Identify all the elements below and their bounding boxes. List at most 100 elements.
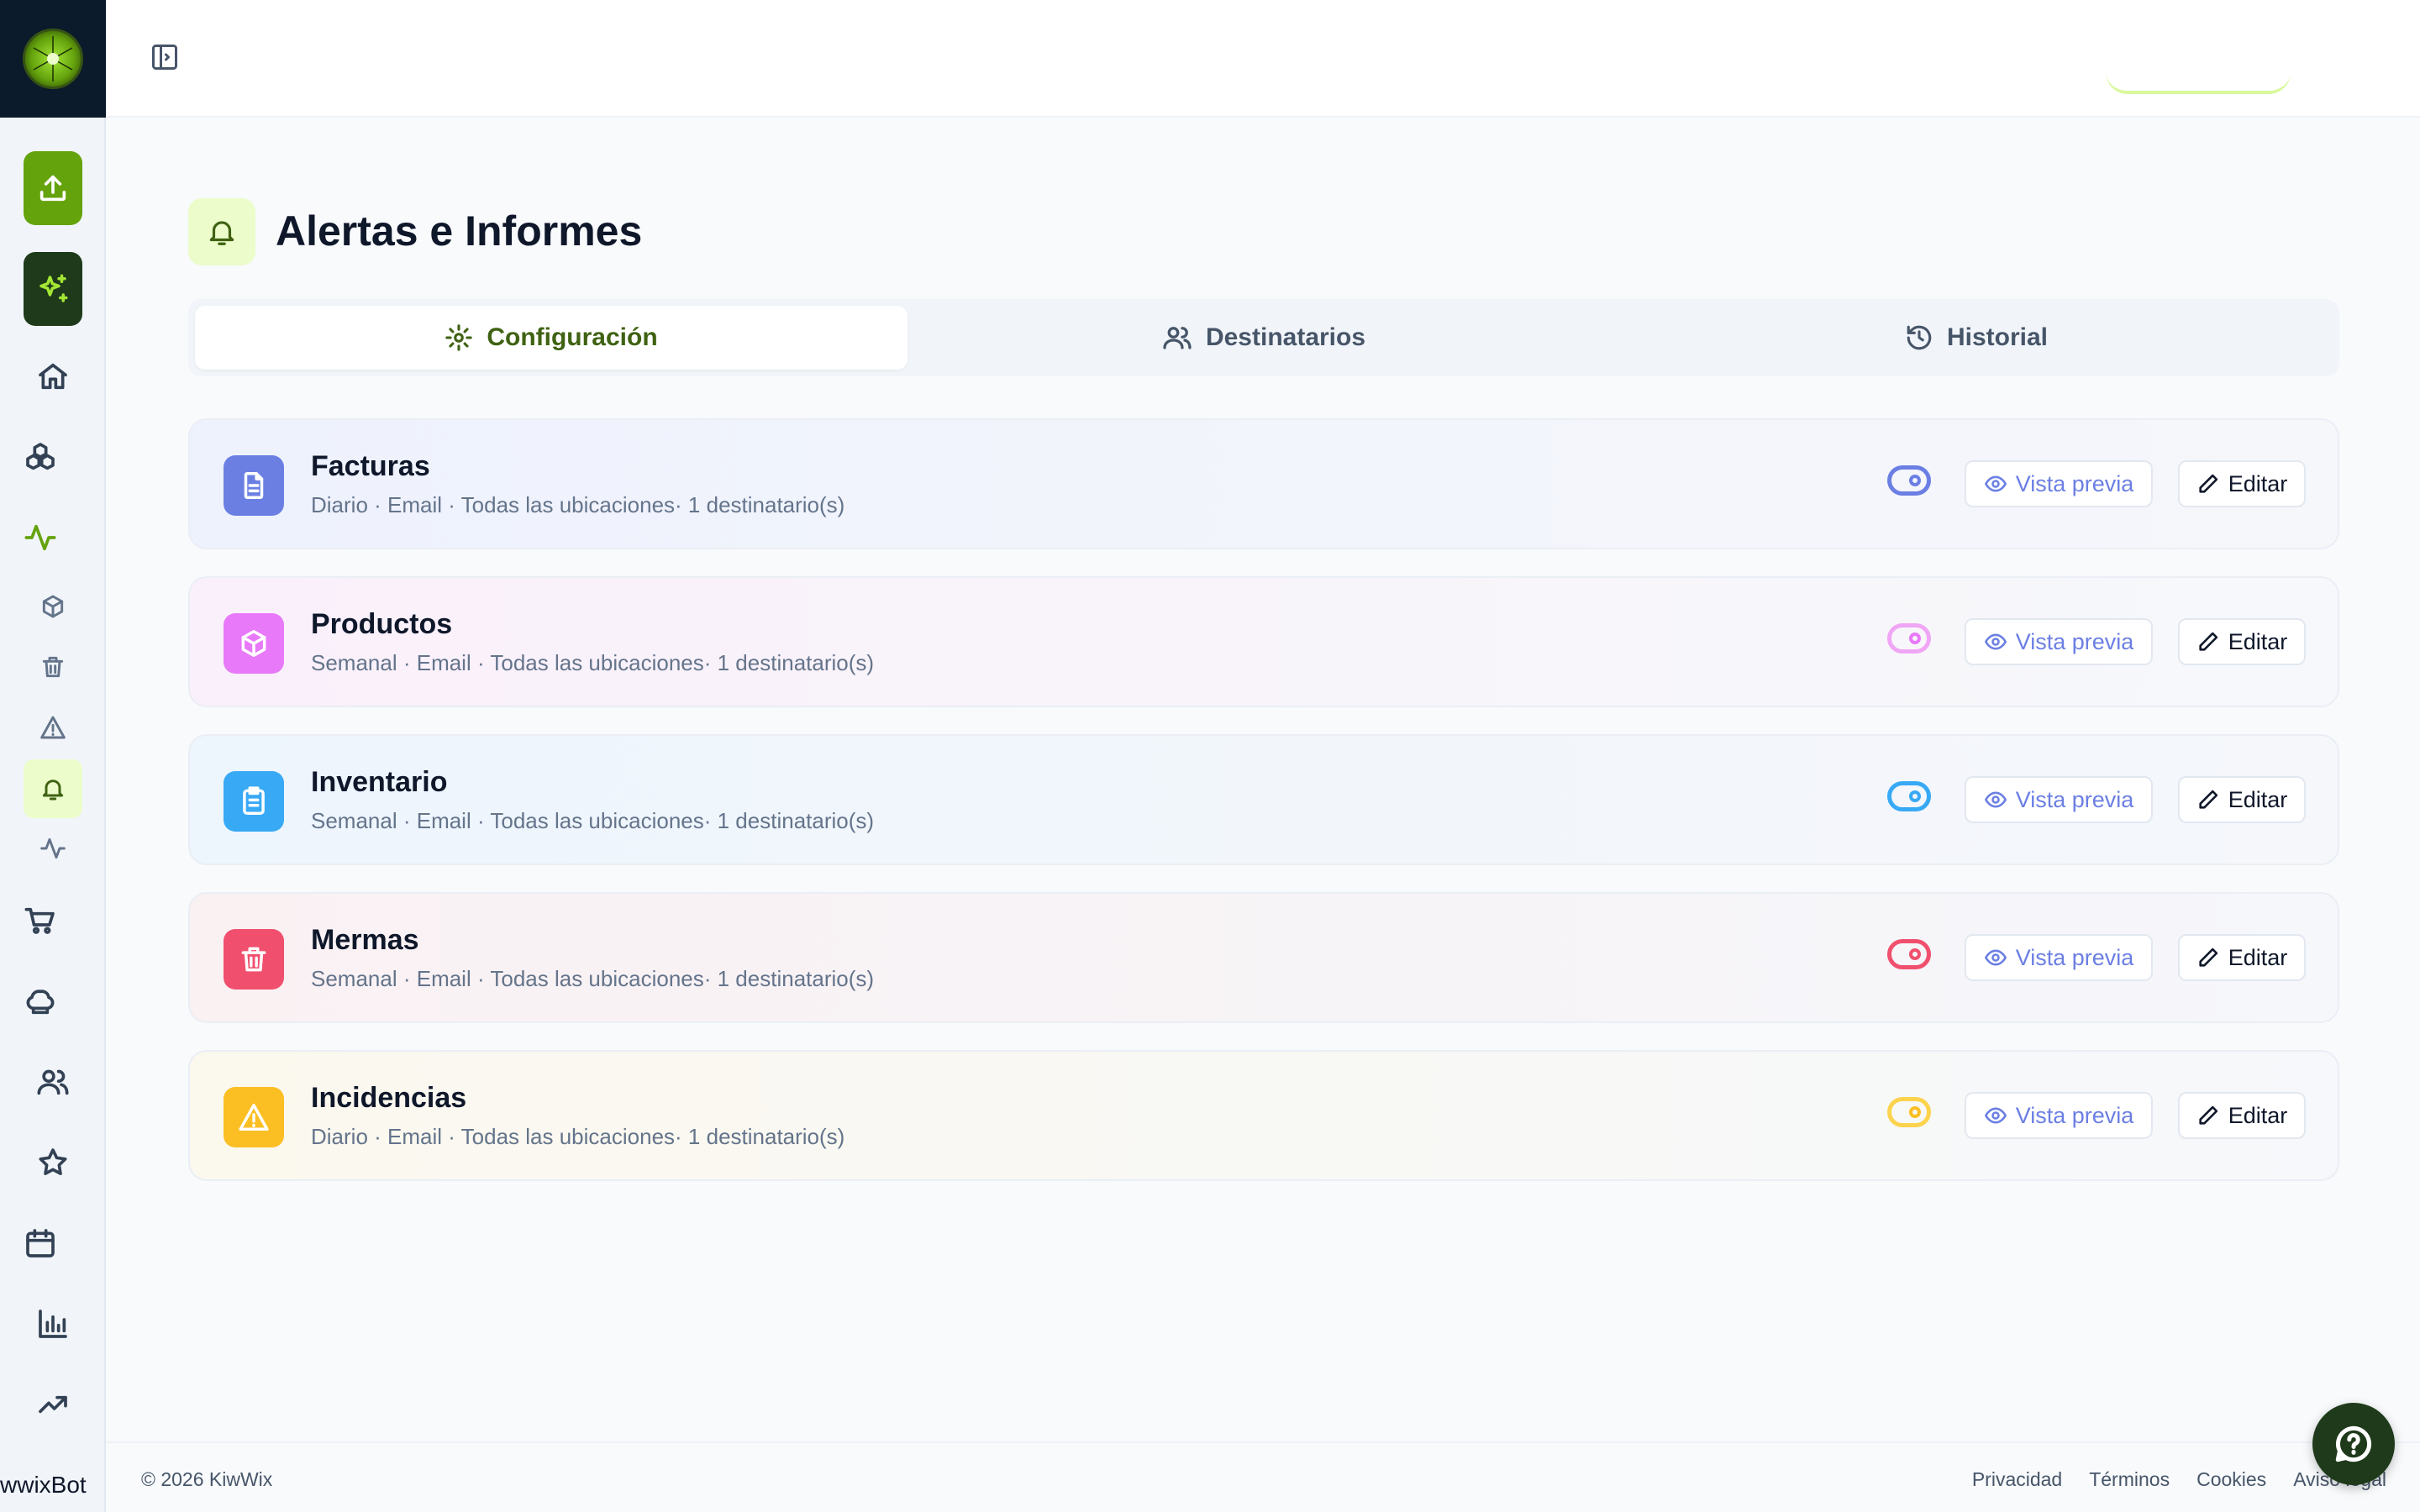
package-icon xyxy=(42,595,64,618)
report-subtitle: Semanal · Email · Todas las ubicaciones·… xyxy=(311,808,875,833)
page-header-icon xyxy=(188,198,255,265)
sidebar-item-team[interactable] xyxy=(28,1057,78,1107)
upload-button[interactable] xyxy=(24,151,82,225)
report-title: Inventario xyxy=(311,766,448,798)
cart-icon xyxy=(24,907,55,934)
report-card-facturas: Facturas Diario · Email · Todas las ubic… xyxy=(188,418,2339,549)
report-toggle[interactable] xyxy=(1887,623,1931,654)
report-icon xyxy=(224,929,284,990)
trash-icon xyxy=(241,947,266,972)
sparkles-icon xyxy=(39,274,68,302)
edit-label: Editar xyxy=(2228,786,2288,812)
sidebar-item-recipes[interactable] xyxy=(15,976,66,1026)
sidebar-item-waste[interactable] xyxy=(28,642,78,692)
report-title: Incidencias xyxy=(311,1082,467,1114)
report-card-productos: Productos Semanal · Email · Todas las ub… xyxy=(188,576,2339,707)
bell-icon xyxy=(209,221,234,245)
report-title: Facturas xyxy=(311,450,430,482)
footer-link-terms[interactable]: Términos xyxy=(2089,1468,2170,1491)
footer: © 2026 KiwWix Privacidad Términos Cookie… xyxy=(106,1441,2420,1512)
edit-button[interactable]: Editar xyxy=(2178,934,2306,981)
history-icon xyxy=(1907,325,1932,350)
trending-up-icon xyxy=(39,1395,67,1414)
help-chat-icon xyxy=(2335,1425,2372,1462)
sidebar-item-pulse[interactable] xyxy=(28,823,78,874)
sidebar-item-home[interactable] xyxy=(28,351,78,402)
sidebar-item-products[interactable] xyxy=(28,581,78,632)
preview-button[interactable]: Vista previa xyxy=(1965,460,2153,507)
activity-icon xyxy=(40,837,66,859)
tab-configuracion[interactable]: Configuración xyxy=(195,306,908,370)
tab-label: Destinatarios xyxy=(1205,323,1366,351)
tab-destinatarios[interactable]: Destinatarios xyxy=(908,306,1620,370)
preview-label: Vista previa xyxy=(2015,470,2134,496)
sidebar-item-alerts[interactable] xyxy=(24,759,82,818)
eye-icon xyxy=(1984,633,2007,650)
tab-label: Historial xyxy=(1946,323,2049,351)
sidebar-item-calendar[interactable] xyxy=(15,1218,66,1268)
kiwi-logo-icon xyxy=(23,29,83,89)
edit-label: Editar xyxy=(2228,470,2288,496)
sidebar-item-boxes[interactable] xyxy=(15,432,66,482)
bar-chart-icon xyxy=(39,1310,67,1338)
users-icon xyxy=(1163,327,1192,349)
report-icon xyxy=(224,771,284,832)
pencil-icon xyxy=(2199,1105,2217,1125)
preview-label: Vista previa xyxy=(2015,786,2134,812)
report-icon xyxy=(224,613,284,674)
pencil-icon xyxy=(2199,790,2217,809)
edit-button[interactable]: Editar xyxy=(2178,776,2306,823)
eye-icon xyxy=(1984,1107,2007,1124)
pencil-icon xyxy=(2199,474,2217,493)
preview-button[interactable]: Vista previa xyxy=(1965,1092,2153,1139)
edit-label: Editar xyxy=(2228,1102,2288,1128)
app-logo[interactable] xyxy=(0,0,106,118)
edit-button[interactable]: Editar xyxy=(2178,618,2306,665)
report-toggle[interactable] xyxy=(1887,939,1931,969)
sidebar-toggle-button[interactable] xyxy=(148,40,182,74)
footer-link-privacy[interactable]: Privacidad xyxy=(1972,1468,2062,1491)
help-button[interactable] xyxy=(2312,1403,2395,1485)
edit-label: Editar xyxy=(2228,944,2288,970)
preview-button[interactable]: Vista previa xyxy=(1965,776,2153,823)
page-title: Alertas e Informes xyxy=(276,207,643,255)
sidebar-item-reports[interactable] xyxy=(28,1299,78,1349)
footer-copyright: © 2026 KiwWix xyxy=(141,1468,273,1490)
tab-label: Configuración xyxy=(487,323,658,351)
bot-label[interactable]: wwixBot xyxy=(0,1472,106,1499)
boxes-icon xyxy=(26,443,55,470)
bell-icon xyxy=(42,780,64,801)
star-icon xyxy=(39,1148,67,1175)
report-title: Productos xyxy=(311,608,453,640)
ai-assistant-button[interactable] xyxy=(24,252,82,326)
tab-historial[interactable]: Historial xyxy=(1620,306,2333,370)
edit-button[interactable]: Editar xyxy=(2178,1092,2306,1139)
report-title: Mermas xyxy=(311,924,419,956)
warning-icon xyxy=(239,1104,269,1131)
calendar-icon xyxy=(26,1229,55,1257)
edit-label: Editar xyxy=(2228,628,2288,654)
pencil-icon xyxy=(2199,632,2217,651)
top-action-pill[interactable] xyxy=(2106,72,2291,94)
upload-icon xyxy=(39,175,66,202)
report-subtitle: Semanal · Email · Todas las ubicaciones·… xyxy=(311,966,875,991)
sidebar-item-favorites[interactable] xyxy=(28,1137,78,1188)
report-toggle[interactable] xyxy=(1887,1097,1931,1127)
report-toggle[interactable] xyxy=(1887,781,1931,811)
preview-label: Vista previa xyxy=(2015,944,2134,970)
home-icon xyxy=(39,363,67,390)
report-toggle[interactable] xyxy=(1887,465,1931,496)
footer-link-cookies[interactable]: Cookies xyxy=(2196,1468,2266,1491)
report-subtitle: Semanal · Email · Todas las ubicaciones·… xyxy=(311,650,875,675)
edit-button[interactable]: Editar xyxy=(2178,460,2306,507)
sidebar-item-activity[interactable] xyxy=(15,512,66,563)
report-subtitle: Diario · Email · Todas las ubicaciones· … xyxy=(311,1124,845,1149)
preview-label: Vista previa xyxy=(2015,1102,2134,1128)
sidebar-item-incidents[interactable] xyxy=(28,702,78,753)
preview-button[interactable]: Vista previa xyxy=(1965,934,2153,981)
sidebar-item-purchases[interactable] xyxy=(15,895,66,946)
preview-button[interactable]: Vista previa xyxy=(1965,618,2153,665)
report-subtitle: Diario · Email · Todas las ubicaciones· … xyxy=(311,492,845,517)
report-card-inventario: Inventario Semanal · Email · Todas las u… xyxy=(188,734,2339,865)
sidebar-item-trends[interactable] xyxy=(28,1379,78,1430)
